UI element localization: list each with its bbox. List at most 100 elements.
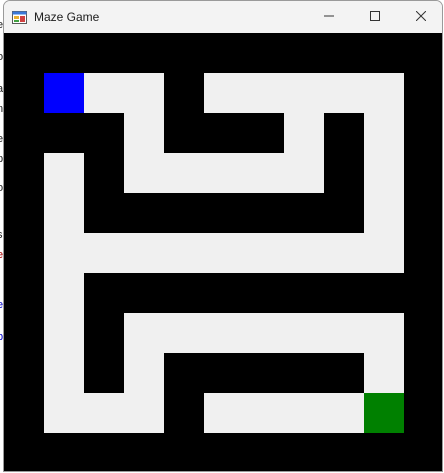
maximize-button[interactable] [352, 1, 398, 33]
maximize-icon [370, 8, 380, 26]
maze-path-cell [124, 233, 164, 273]
maze-wall-cell [84, 113, 124, 153]
maze-wall-cell [404, 313, 442, 353]
maze-path-cell [364, 193, 404, 233]
maze-wall-cell [124, 33, 164, 73]
maze-path-cell [284, 313, 324, 353]
game-client-area[interactable] [4, 33, 443, 472]
maze-wall-cell [204, 193, 244, 233]
maze-wall-cell [164, 273, 204, 313]
maze-wall-cell [364, 273, 404, 313]
maze-wall-cell [404, 113, 442, 153]
close-button[interactable] [398, 1, 442, 33]
maze-path-cell [44, 273, 84, 313]
maze-wall-cell [84, 313, 124, 353]
maze-wall-cell [324, 153, 364, 193]
maze-wall-cell [284, 33, 324, 73]
maze-path-cell [204, 153, 244, 193]
maze-wall-cell [124, 273, 164, 313]
maze-path-cell [324, 393, 364, 433]
maze-path-cell [284, 233, 324, 273]
title-bar[interactable]: Maze Game [4, 1, 442, 33]
maze-path-cell [284, 393, 324, 433]
maze-wall-cell [164, 113, 204, 153]
maze-path-cell [364, 313, 404, 353]
close-icon [415, 8, 427, 26]
maze-path-cell [124, 353, 164, 393]
maze-wall-cell [244, 433, 284, 471]
maze-path-cell [244, 73, 284, 113]
maze-wall-cell [404, 433, 442, 471]
maze-path-cell [244, 153, 284, 193]
maze-path-cell [364, 73, 404, 113]
maze-wall-cell [284, 353, 324, 393]
maze-wall-cell [84, 153, 124, 193]
maze-wall-cell [4, 33, 44, 73]
app-window-icon [12, 10, 27, 24]
maze-path-cell [364, 153, 404, 193]
maze-wall-cell [324, 273, 364, 313]
maze-wall-cell [204, 273, 244, 313]
minimize-icon [324, 8, 334, 26]
maze-path-cell [44, 153, 84, 193]
maze-wall-cell [404, 73, 442, 113]
maze-path-cell [124, 153, 164, 193]
maze-wall-cell [204, 33, 244, 73]
maze-wall-cell [364, 33, 404, 73]
maze-wall-cell [124, 193, 164, 233]
player-marker [44, 73, 84, 113]
maze-wall-cell [4, 313, 44, 353]
maze-path-cell [204, 393, 244, 433]
maze-board[interactable] [4, 33, 443, 472]
maze-path-cell [364, 113, 404, 153]
maze-path-cell [284, 73, 324, 113]
maze-path-cell [124, 113, 164, 153]
minimize-button[interactable] [306, 1, 352, 33]
maze-wall-cell [84, 193, 124, 233]
maze-wall-cell [4, 433, 44, 471]
maze-path-cell [244, 393, 284, 433]
maze-wall-cell [84, 433, 124, 471]
maze-wall-cell [44, 33, 84, 73]
maze-path-cell [44, 233, 84, 273]
maze-wall-cell [4, 273, 44, 313]
maze-wall-cell [404, 393, 442, 433]
maze-wall-cell [284, 433, 324, 471]
maze-wall-cell [4, 233, 44, 273]
maze-path-cell [204, 313, 244, 353]
window-title: Maze Game [34, 10, 100, 24]
maze-path-cell [44, 193, 84, 233]
maze-wall-cell [164, 193, 204, 233]
maze-wall-cell [4, 393, 44, 433]
maze-wall-cell [284, 193, 324, 233]
maze-wall-cell [244, 273, 284, 313]
maze-wall-cell [84, 33, 124, 73]
maze-wall-cell [244, 193, 284, 233]
maze-wall-cell [4, 73, 44, 113]
maze-wall-cell [164, 33, 204, 73]
maze-wall-cell [404, 33, 442, 73]
maze-path-cell [204, 73, 244, 113]
maze-path-cell [244, 313, 284, 353]
maze-path-cell [44, 393, 84, 433]
maze-wall-cell [44, 113, 84, 153]
maze-wall-cell [84, 273, 124, 313]
maze-wall-cell [404, 273, 442, 313]
maze-wall-cell [404, 353, 442, 393]
maze-path-cell [84, 73, 124, 113]
maze-wall-cell [4, 113, 44, 153]
maze-wall-cell [84, 353, 124, 393]
maze-path-cell [364, 233, 404, 273]
maze-wall-cell [324, 433, 364, 471]
maze-path-cell [284, 113, 324, 153]
maze-wall-cell [164, 353, 204, 393]
maze-wall-cell [164, 73, 204, 113]
maze-wall-cell [4, 353, 44, 393]
maze-wall-cell [404, 193, 442, 233]
maze-wall-cell [244, 33, 284, 73]
maze-wall-cell [324, 193, 364, 233]
maze-wall-cell [284, 273, 324, 313]
maze-path-cell [164, 313, 204, 353]
maze-path-cell [164, 153, 204, 193]
maze-wall-cell [44, 433, 84, 471]
